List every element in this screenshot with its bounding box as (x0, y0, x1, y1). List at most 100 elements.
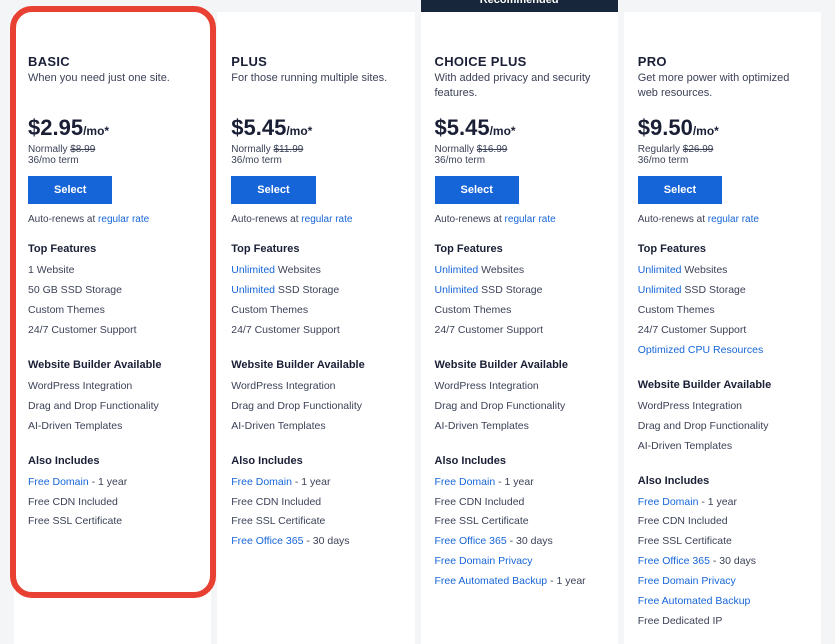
feature-link[interactable]: Unlimited (435, 284, 479, 296)
feature-text: Free SSL Certificate (28, 515, 122, 527)
feature-text: Websites (478, 264, 524, 276)
feature-link[interactable]: Free Domain (638, 496, 699, 508)
select-button[interactable]: Select (435, 176, 519, 204)
feature-item: 24/7 Customer Support (231, 321, 400, 341)
feature-item: Optimized CPU Resources (638, 341, 807, 361)
feature-item: WordPress Integration (231, 377, 400, 397)
feature-link[interactable]: Unlimited (435, 264, 479, 276)
feature-link[interactable]: Unlimited (638, 264, 682, 276)
plan-card: BASIC When you need just one site. $2.95… (14, 12, 211, 644)
renew-link[interactable]: regular rate (98, 214, 149, 225)
feature-text: Websites (682, 264, 728, 276)
section-also: Also Includes (231, 455, 400, 467)
feature-item: Free CDN Included (28, 493, 197, 513)
feature-text: Custom Themes (638, 304, 715, 316)
feature-item: Free Office 365 - 30 days (638, 552, 807, 572)
feature-link[interactable]: Unlimited (638, 284, 682, 296)
renew-prefix: Auto-renews at (638, 214, 708, 225)
plan-title: PRO (638, 54, 807, 69)
feature-text: AI-Driven Templates (435, 420, 529, 432)
section-builder: Website Builder Available (231, 359, 400, 371)
feature-link[interactable]: Free Office 365 (435, 535, 507, 547)
plan-title: CHOICE PLUS (435, 54, 604, 69)
feature-item: WordPress Integration (638, 397, 807, 417)
pricing-grid: BASIC When you need just one site. $2.95… (14, 12, 821, 595)
plan-subtitle: For those running multiple sites. (231, 71, 400, 101)
plan-price: $2.95/mo* (28, 115, 197, 141)
price-amount: $2.95 (28, 115, 83, 140)
feature-text: Websites (275, 264, 321, 276)
select-button[interactable]: Select (638, 176, 722, 204)
feature-link[interactable]: Optimized CPU Resources (638, 344, 763, 356)
feature-item: Free Domain - 1 year (638, 493, 807, 513)
feature-link[interactable]: Free Automated Backup (638, 595, 751, 607)
feature-text: - 1 year (495, 476, 534, 488)
feature-text: Free Dedicated IP (638, 615, 723, 627)
feature-text: 24/7 Customer Support (231, 324, 340, 336)
feature-item: Free Domain - 1 year (435, 473, 604, 493)
price-amount: $5.45 (231, 115, 286, 140)
renew-link[interactable]: regular rate (708, 214, 759, 225)
feature-text: 1 Website (28, 264, 75, 276)
feature-text: Drag and Drop Functionality (28, 400, 159, 412)
feature-link[interactable]: Free Domain (435, 476, 496, 488)
feature-item: Custom Themes (28, 301, 197, 321)
plan-price: $5.45/mo* (231, 115, 400, 141)
plan-price: $9.50/mo* (638, 115, 807, 141)
feature-link[interactable]: Free Domain (28, 476, 89, 488)
feature-text: Custom Themes (435, 304, 512, 316)
feature-item: Free SSL Certificate (231, 512, 400, 532)
feature-item: 50 GB SSD Storage (28, 281, 197, 301)
feature-item: Unlimited SSD Storage (435, 281, 604, 301)
renew-note: Auto-renews at regular rate (231, 214, 400, 225)
feature-item: Free Automated Backup - 1 year (435, 572, 604, 592)
feature-item: AI-Driven Templates (28, 417, 197, 437)
feature-item: Free Domain Privacy (435, 552, 604, 572)
renew-link[interactable]: regular rate (301, 214, 352, 225)
feature-item: Unlimited Websites (435, 261, 604, 281)
feature-text: WordPress Integration (435, 380, 539, 392)
feature-link[interactable]: Free Automated Backup (435, 575, 548, 587)
normally-row: Normally $8.99 (28, 144, 197, 155)
feature-text: SSD Storage (682, 284, 746, 296)
feature-link[interactable]: Unlimited (231, 284, 275, 296)
price-per: /mo* (693, 124, 719, 138)
renew-link[interactable]: regular rate (505, 214, 556, 225)
feature-item: Free Domain Privacy (638, 572, 807, 592)
feature-text: SSD Storage (478, 284, 542, 296)
feature-link[interactable]: Free Domain Privacy (638, 575, 736, 587)
price-amount: $9.50 (638, 115, 693, 140)
section-top-features: Top Features (435, 243, 604, 255)
feature-item: Free Office 365 - 30 days (435, 532, 604, 552)
normally-label: Normally (231, 144, 273, 155)
feature-text: Free CDN Included (435, 496, 525, 508)
feature-text: Free SSL Certificate (435, 515, 529, 527)
feature-text: Free CDN Included (28, 496, 118, 508)
feature-text: WordPress Integration (28, 380, 132, 392)
feature-text: WordPress Integration (231, 380, 335, 392)
recommended-badge: Recommended (421, 0, 618, 12)
feature-text: 24/7 Customer Support (28, 324, 137, 336)
normally-label: Regularly (638, 144, 683, 155)
section-builder: Website Builder Available (28, 359, 197, 371)
feature-text: - 1 year (292, 476, 331, 488)
price-per: /mo* (83, 124, 109, 138)
feature-item: 24/7 Customer Support (28, 321, 197, 341)
normally-price: $8.99 (70, 144, 95, 155)
feature-text: Free CDN Included (231, 496, 321, 508)
feature-item: 24/7 Customer Support (435, 321, 604, 341)
section-also: Also Includes (638, 475, 807, 487)
feature-text: Custom Themes (28, 304, 105, 316)
feature-text: - 1 year (547, 575, 586, 587)
section-top-features: Top Features (28, 243, 197, 255)
feature-link[interactable]: Free Domain Privacy (435, 555, 533, 567)
feature-text: WordPress Integration (638, 400, 742, 412)
feature-link[interactable]: Free Office 365 (638, 555, 710, 567)
feature-link[interactable]: Free Domain (231, 476, 292, 488)
feature-link[interactable]: Free Office 365 (231, 535, 303, 547)
select-button[interactable]: Select (28, 176, 112, 204)
select-button[interactable]: Select (231, 176, 315, 204)
feature-link[interactable]: Unlimited (231, 264, 275, 276)
renew-note: Auto-renews at regular rate (638, 214, 807, 225)
feature-item: Free SSL Certificate (28, 512, 197, 532)
